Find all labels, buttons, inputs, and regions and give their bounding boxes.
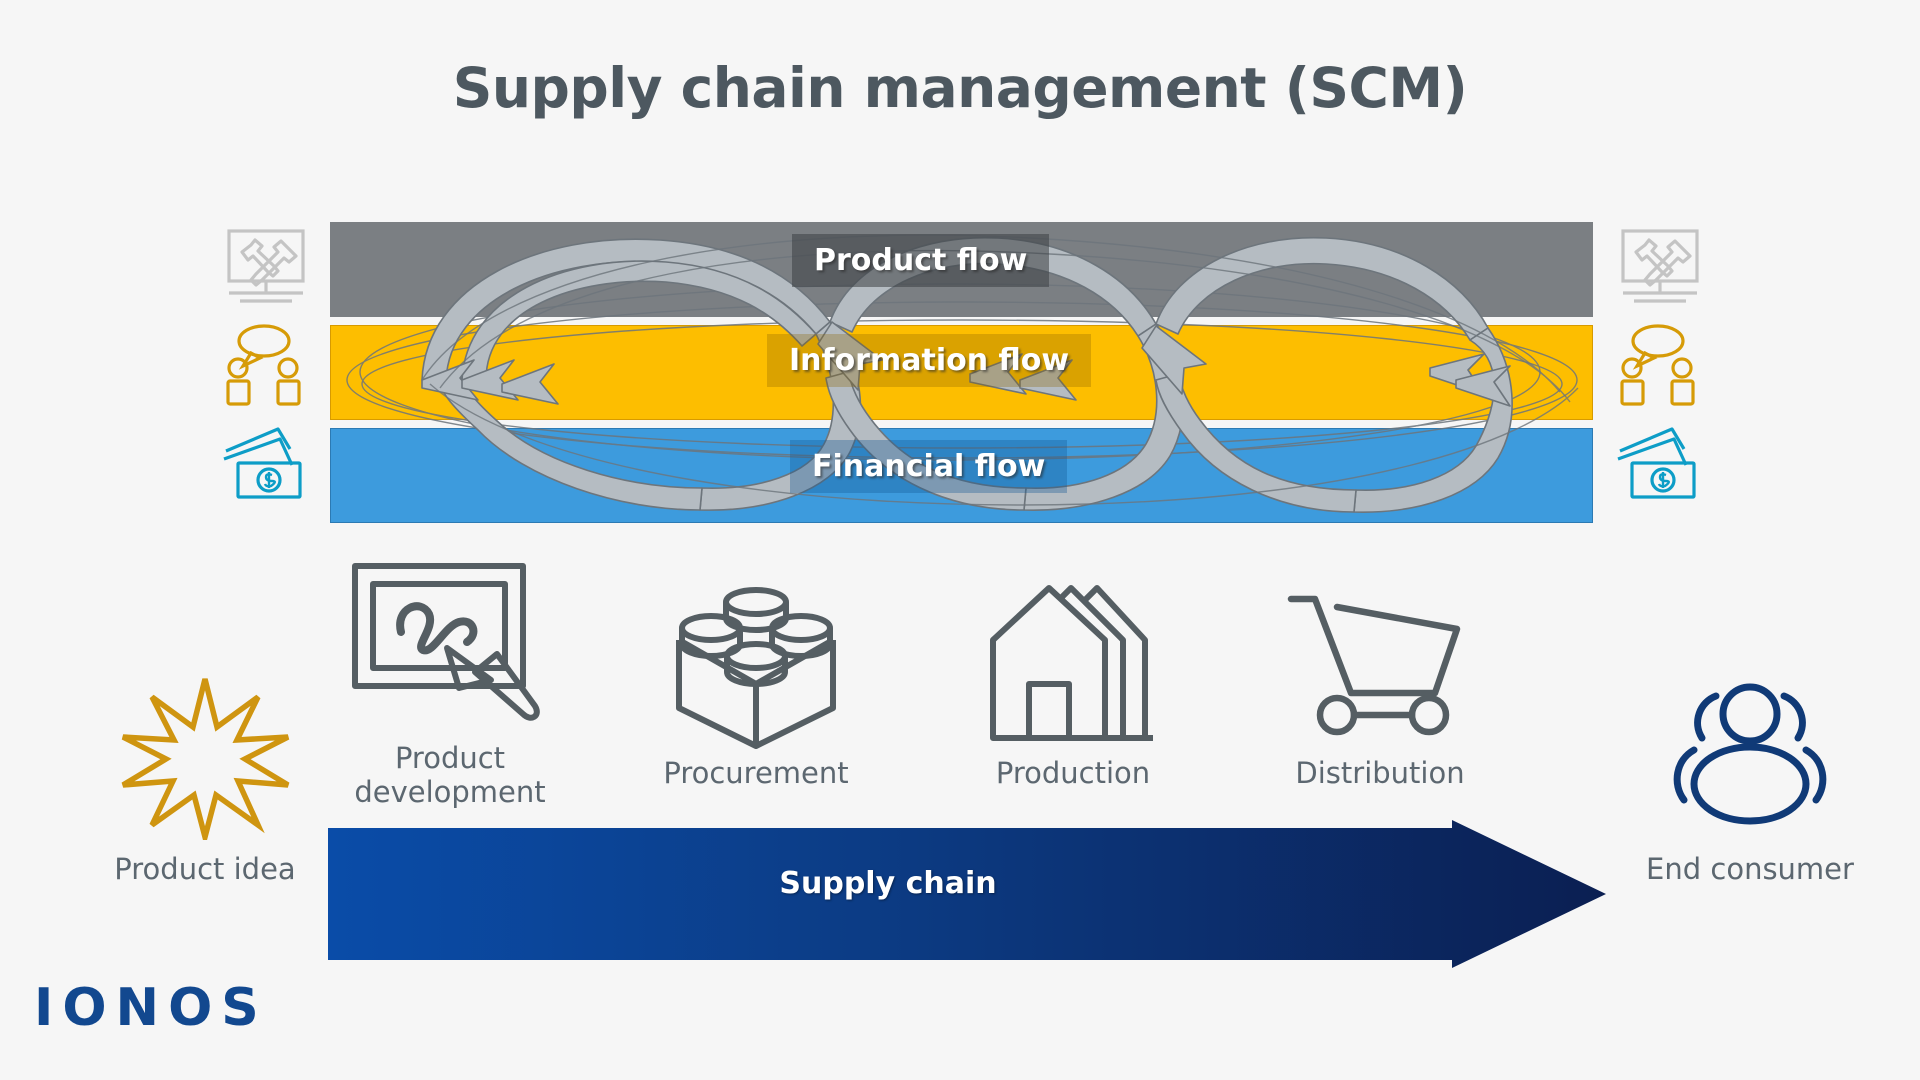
stage-product-development: Product development <box>330 550 570 809</box>
stage-label-product-idea: Product idea <box>114 852 296 886</box>
group-people-icon <box>1605 672 1895 842</box>
left-side-icon-group <box>218 225 314 515</box>
stage-product-idea: Product idea <box>60 672 350 886</box>
monitor-tools-icon <box>1612 225 1708 311</box>
stage-distribution: Distribution <box>1260 565 1500 790</box>
starburst-icon <box>60 672 350 842</box>
label-product-flow: Product flow <box>792 234 1050 287</box>
right-side-icon-group <box>1612 225 1708 515</box>
factory-house-icon <box>953 565 1193 750</box>
flow-bands-block: Product flow Information flow Financial … <box>330 222 1593 523</box>
supply-chain-label: Supply chain <box>779 866 997 901</box>
stage-label-end-consumer: End consumer <box>1646 852 1854 886</box>
stage-label-production: Production <box>995 756 1151 790</box>
stage-label-product-development: Product development <box>354 741 546 810</box>
people-speech-icon <box>218 323 314 409</box>
supply-chain-arrow: Supply chain <box>328 820 1606 968</box>
page-title: Supply chain management (SCM) <box>452 56 1468 120</box>
ionos-logo: IONOS <box>34 978 268 1038</box>
stage-end-consumer: End consumer <box>1605 672 1895 886</box>
stage-label-procurement: Procurement <box>663 756 849 790</box>
people-speech-icon <box>1612 323 1708 409</box>
diagram-canvas: Supply chain management (SCM) Product fl… <box>0 0 1920 1080</box>
design-board-pen-icon <box>330 550 570 735</box>
label-information-flow: Information flow <box>767 334 1092 387</box>
shopping-cart-icon <box>1260 565 1500 750</box>
label-financial-flow: Financial flow <box>790 440 1068 493</box>
stage-label-distribution: Distribution <box>1295 756 1465 790</box>
stage-production: Production <box>953 565 1193 790</box>
banknotes-dollar-icon <box>218 421 314 507</box>
banknotes-dollar-icon <box>1612 421 1708 507</box>
building-block-icon <box>636 565 876 750</box>
stage-procurement: Procurement <box>636 565 876 790</box>
monitor-tools-icon <box>218 225 314 311</box>
